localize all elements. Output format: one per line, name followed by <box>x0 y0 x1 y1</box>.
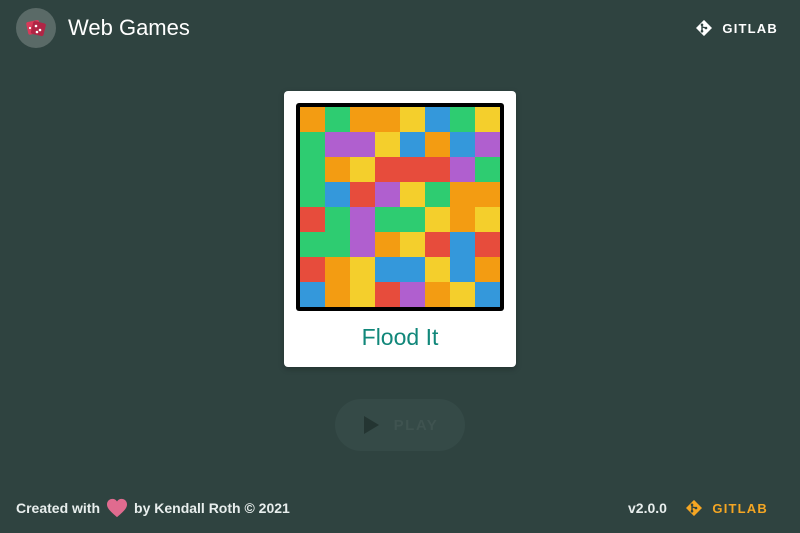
board-cell <box>350 132 375 157</box>
board-cell <box>300 107 325 132</box>
board-cell <box>475 182 500 207</box>
board-cell <box>375 282 400 307</box>
board-cell <box>375 257 400 282</box>
board-cell <box>350 232 375 257</box>
game-card-flood-it[interactable]: Flood It <box>284 91 516 367</box>
board-cell <box>325 107 350 132</box>
board-cell <box>300 232 325 257</box>
board-cell <box>300 182 325 207</box>
app-header: Web Games GITLAB <box>0 0 800 56</box>
board-cell <box>450 107 475 132</box>
board-cell <box>450 232 475 257</box>
board-cell <box>375 182 400 207</box>
gitlab-link-label: GITLAB <box>722 20 778 36</box>
board-cell <box>375 107 400 132</box>
git-icon <box>696 20 713 36</box>
board-cell <box>450 182 475 207</box>
board-cell <box>375 157 400 182</box>
gitlab-link-header[interactable]: GITLAB <box>696 12 778 44</box>
board-cell <box>475 107 500 132</box>
heart-icon <box>107 498 128 518</box>
app-title: Web Games <box>68 15 190 40</box>
play-button-label: PLAY <box>393 416 439 434</box>
gitlab-link-footer[interactable]: GITLAB <box>686 496 768 520</box>
board-cell <box>400 207 425 232</box>
board-cell <box>300 257 325 282</box>
board-cell <box>350 257 375 282</box>
dice-icon[interactable] <box>16 8 56 48</box>
board-cell <box>300 207 325 232</box>
board-cell <box>425 257 450 282</box>
board-cell <box>450 257 475 282</box>
board-cell <box>325 282 350 307</box>
board-cell <box>300 282 325 307</box>
board-cell <box>425 132 450 157</box>
board-cell <box>350 207 375 232</box>
board-cell <box>375 207 400 232</box>
board-cell <box>400 107 425 132</box>
flood-it-board <box>300 107 500 307</box>
app-root: Web Games GITLAB Flood It PLAY Created w… <box>0 0 800 533</box>
play-button[interactable]: PLAY <box>335 399 465 451</box>
board-cell <box>400 257 425 282</box>
board-cell <box>325 157 350 182</box>
board-cell <box>400 132 425 157</box>
author-text: by Kendall Roth © 2021 <box>134 500 290 516</box>
board-cell <box>450 207 475 232</box>
board-cell <box>475 282 500 307</box>
board-cell <box>425 157 450 182</box>
board-cell <box>350 157 375 182</box>
board-cell <box>400 182 425 207</box>
version-label: v2.0.0 <box>628 500 667 516</box>
board-cell <box>475 157 500 182</box>
board-cell <box>350 182 375 207</box>
board-cell <box>375 132 400 157</box>
board-cell <box>425 232 450 257</box>
board-cell <box>425 207 450 232</box>
board-cell <box>425 182 450 207</box>
created-with-text: Created with <box>16 500 101 516</box>
gitlab-link-label: GITLAB <box>712 500 768 516</box>
board-cell <box>425 107 450 132</box>
board-cell <box>325 132 350 157</box>
board-cell <box>400 282 425 307</box>
board-cell <box>425 282 450 307</box>
board-cell <box>375 232 400 257</box>
board-cell <box>300 132 325 157</box>
board-cell <box>400 232 425 257</box>
board-cell <box>475 257 500 282</box>
board-cell <box>475 207 500 232</box>
game-title: Flood It <box>361 324 439 350</box>
board-cell <box>300 157 325 182</box>
board-cell <box>325 207 350 232</box>
board-cell <box>350 282 375 307</box>
game-thumbnail <box>296 103 504 311</box>
board-cell <box>325 257 350 282</box>
board-cell <box>325 232 350 257</box>
board-cell <box>350 107 375 132</box>
git-icon <box>686 500 703 516</box>
board-cell <box>475 132 500 157</box>
board-cell <box>450 282 475 307</box>
board-cell <box>400 157 425 182</box>
footer-credits: Created with by Kendall Roth © 2021 <box>16 496 290 520</box>
board-cell <box>450 132 475 157</box>
board-cell <box>325 182 350 207</box>
board-cell <box>475 232 500 257</box>
play-icon <box>363 416 379 434</box>
board-cell <box>450 157 475 182</box>
